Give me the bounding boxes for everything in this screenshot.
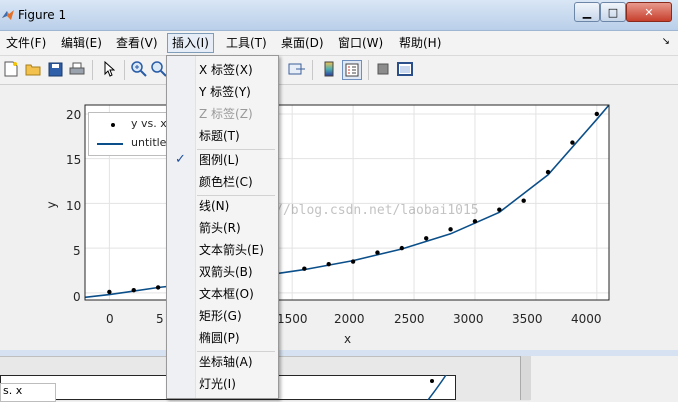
data-point [594,111,600,117]
menu-item-arrow[interactable]: 箭头(R) [167,218,278,238]
menu-item-z-label: Z 标签(Z) [199,107,253,121]
y-tick-label: 15 [66,153,82,167]
background-curve [427,375,447,400]
plot-area[interactable] [0,0,678,356]
data-point [424,236,429,241]
insert-menu: X 标签(X) Y 标签(Y) Z 标签(Z) 标题(T) ✓ 图例(L) 颜色… [166,55,279,399]
legend-entry-data: y vs. x [131,117,167,130]
background-scroll-edge [520,356,531,400]
background-legend: s. x [0,383,56,402]
legend-marker-points [111,123,115,127]
menu-item-text-arrow[interactable]: 文本箭头(E) [167,240,278,260]
menu-item-legend[interactable]: 图例(L) [167,150,278,170]
x-tick-label: 2000 [334,312,365,326]
x-tick-label: 3500 [512,312,543,326]
data-point [326,262,331,267]
data-point [375,250,380,255]
x-axis-label: x [344,332,352,346]
menu-item-double-arrow[interactable]: 双箭头(B) [167,262,278,282]
menu-item-line[interactable]: 线(N) [167,196,278,216]
y-tick-label: 20 [66,108,82,122]
legend-markers [97,123,123,145]
menu-item-textbox[interactable]: 文本框(O) [167,284,278,304]
menu-item-rectangle[interactable]: 矩形(G) [167,306,278,326]
data-point [350,259,356,264]
menu-item-colorbar[interactable]: 颜色栏(C) [167,172,278,192]
menu-item-title[interactable]: 标题(T) [167,126,278,146]
x-tick-label: 4000 [571,312,602,326]
data-point [302,266,307,271]
x-tick-label: 1500 [277,312,308,326]
data-point [472,219,478,224]
y-axis-label: y [44,201,59,209]
y-tick-label: 5 [73,244,81,258]
menu-item-y-label[interactable]: Y 标签(Y) [167,82,278,102]
data-point [497,207,502,212]
data-point [570,140,575,145]
x-tick-label: 0 [106,312,114,326]
menu-item-axes[interactable]: 坐标轴(A) [167,352,278,372]
data-point [545,169,551,175]
data-point [131,287,136,293]
menu-item-ellipse[interactable]: 椭圆(P) [167,328,278,348]
data-point [107,289,112,295]
data-point [448,227,453,232]
data-point [155,285,161,290]
legend-entry-fit: untitle [131,136,167,149]
x-tick-label: 2500 [394,312,425,326]
data-point [399,245,405,251]
y-tick-label: 10 [66,199,82,213]
x-tick-label: 5 [156,312,164,326]
y-tick-label: 0 [73,290,81,304]
data-point [521,198,526,203]
menu-item-light[interactable]: 灯光(I) [167,374,278,394]
x-tick-label: 3000 [453,312,484,326]
menu-item-x-label[interactable]: X 标签(X) [167,60,278,80]
